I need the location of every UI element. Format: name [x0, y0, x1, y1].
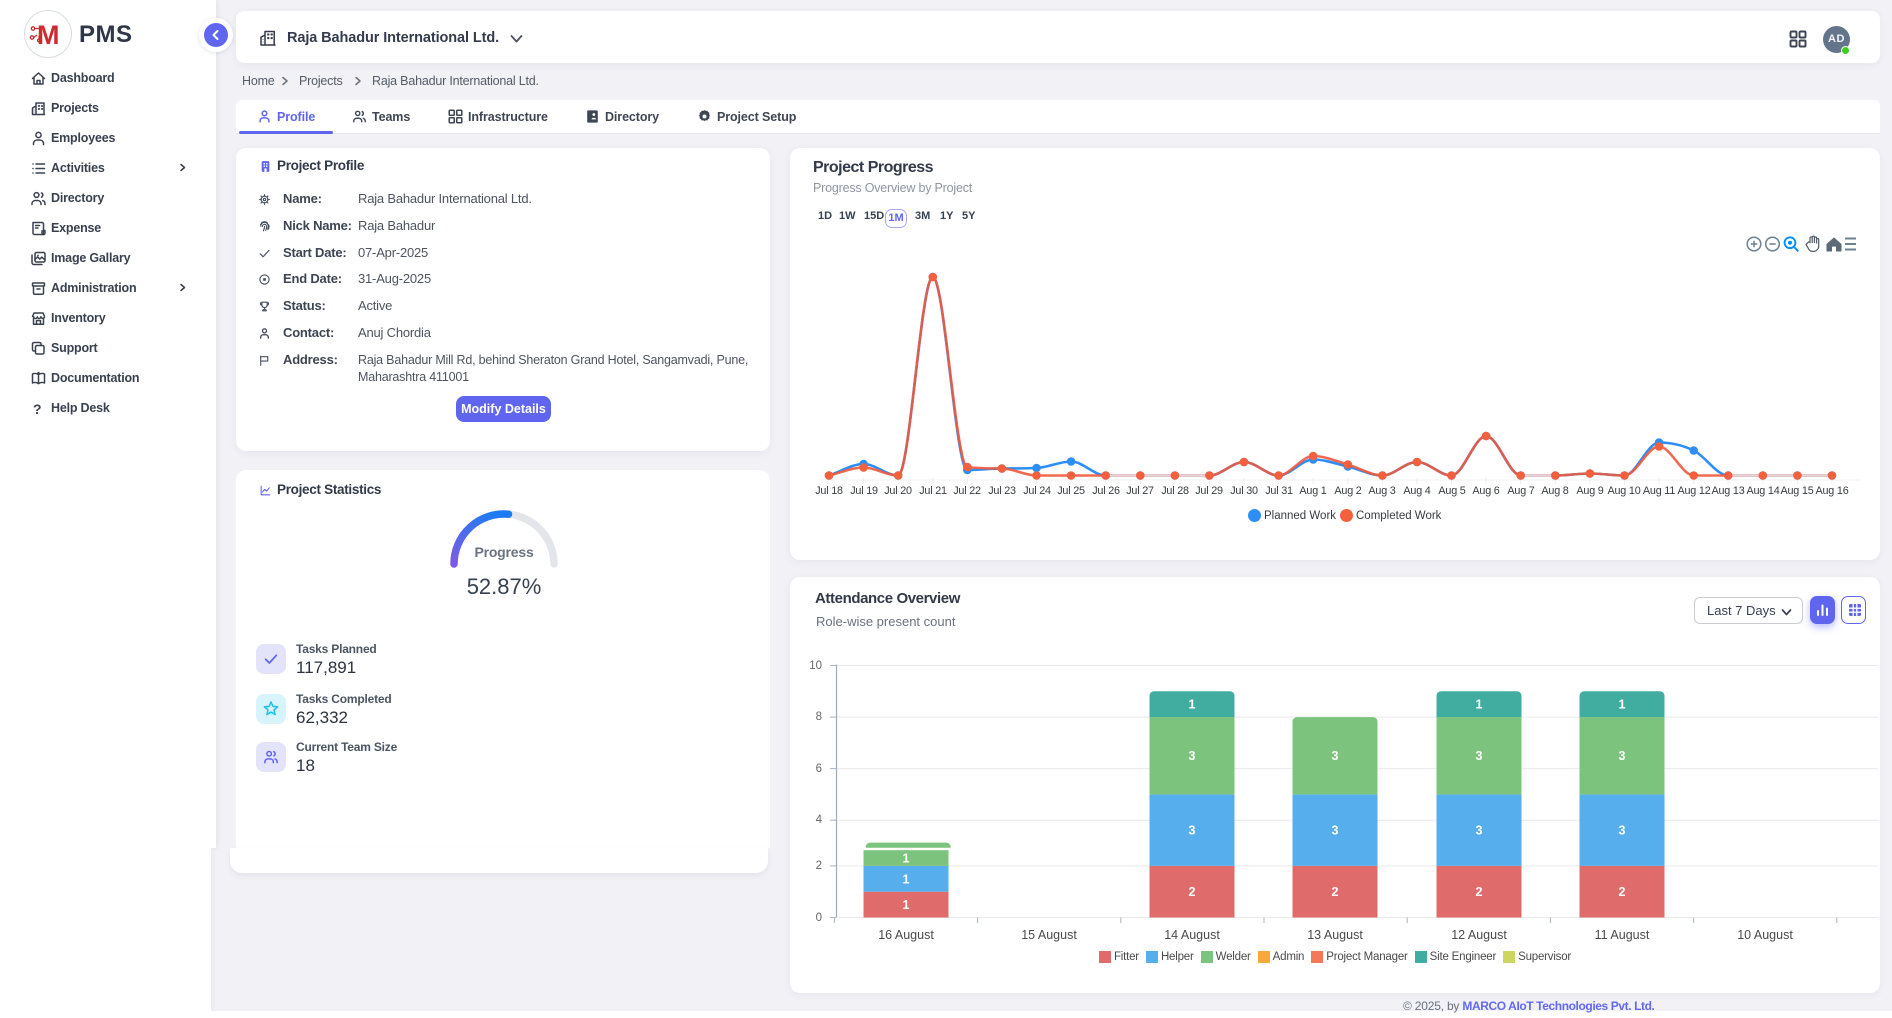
svg-text:1: 1: [903, 872, 910, 886]
svg-text:2: 2: [1332, 885, 1339, 899]
svg-text:3: 3: [1619, 749, 1626, 763]
svg-text:1: 1: [1476, 698, 1483, 712]
svg-text:3: 3: [1332, 749, 1339, 763]
svg-text:2: 2: [1189, 885, 1196, 899]
svg-text:3: 3: [1619, 824, 1626, 838]
svg-text:3: 3: [1476, 749, 1483, 763]
svg-text:3: 3: [1189, 749, 1196, 763]
svg-text:1: 1: [1189, 698, 1196, 712]
svg-text:2: 2: [1476, 885, 1483, 899]
svg-text:2: 2: [1619, 885, 1626, 899]
svg-text:1: 1: [903, 852, 910, 866]
svg-text:3: 3: [1332, 824, 1339, 838]
svg-text:3: 3: [1189, 824, 1196, 838]
svg-text:1: 1: [1619, 698, 1626, 712]
svg-text:1: 1: [903, 898, 910, 912]
svg-text:3: 3: [1476, 824, 1483, 838]
